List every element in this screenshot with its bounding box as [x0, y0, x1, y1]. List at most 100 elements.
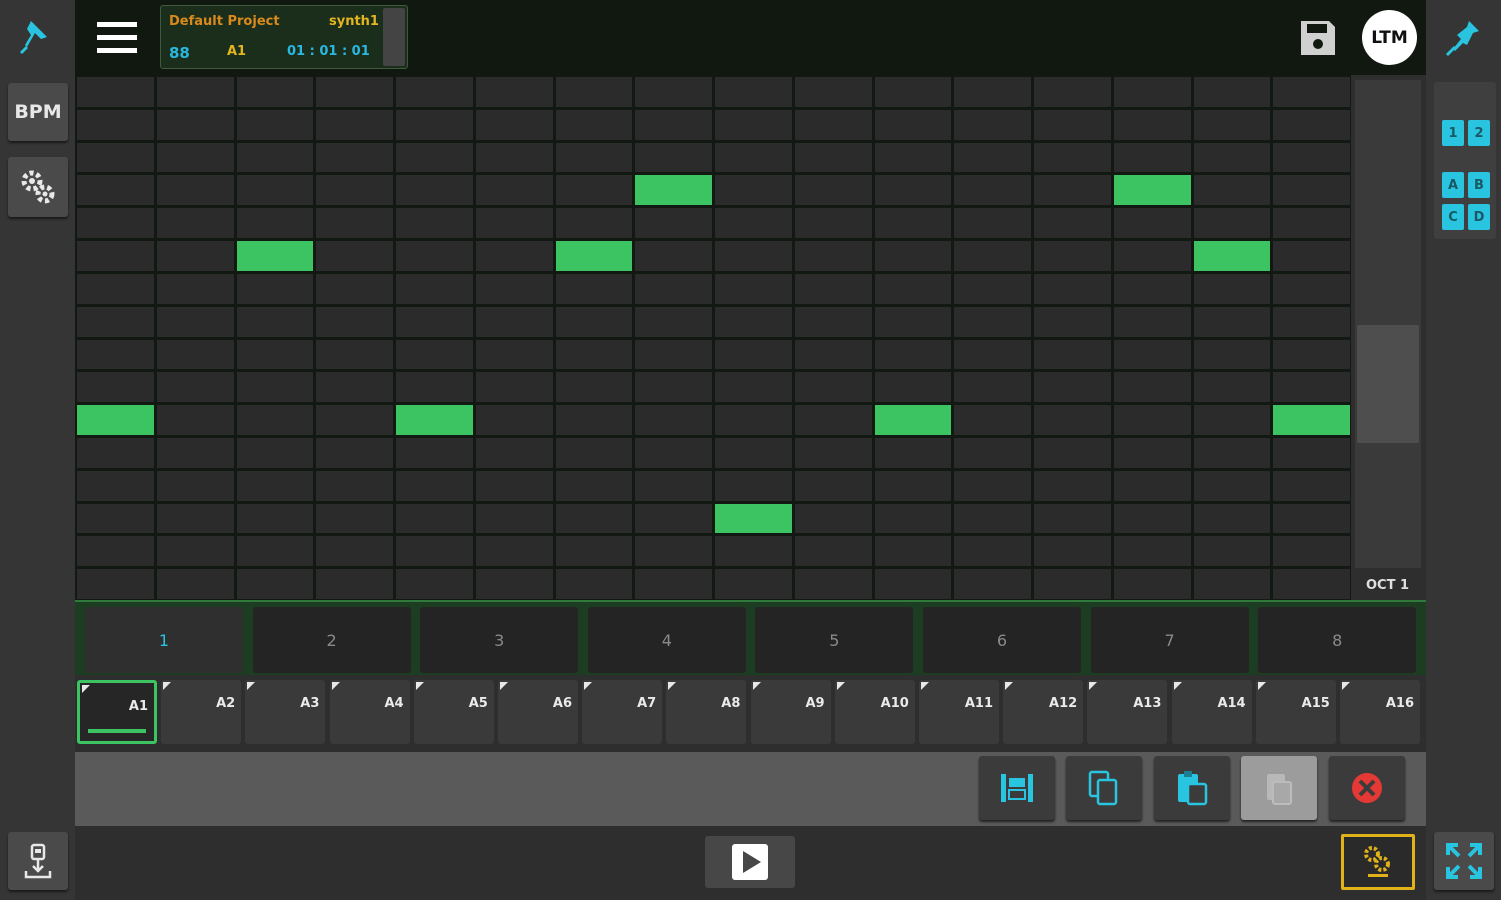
- note-cell[interactable]: [555, 77, 633, 107]
- note-cell[interactable]: [555, 175, 633, 206]
- note-cell[interactable]: [1113, 306, 1191, 337]
- note-cell[interactable]: [1193, 437, 1271, 468]
- note-cell[interactable]: [77, 306, 154, 337]
- menu-button[interactable]: [91, 16, 143, 60]
- note-cell[interactable]: [555, 470, 633, 501]
- bank-2-button[interactable]: 2: [1468, 120, 1490, 146]
- note-cell-active[interactable]: [1193, 241, 1271, 271]
- note-cell[interactable]: [1034, 372, 1111, 403]
- note-cell[interactable]: [396, 273, 473, 304]
- note-cell[interactable]: [555, 569, 633, 599]
- note-cell[interactable]: [555, 372, 633, 403]
- note-cell[interactable]: [156, 372, 234, 403]
- note-cell[interactable]: [874, 339, 952, 370]
- note-cell[interactable]: [954, 175, 1031, 206]
- pattern-button-a7[interactable]: A7: [582, 680, 663, 744]
- note-cell[interactable]: [1273, 437, 1350, 468]
- note-cell[interactable]: [77, 339, 154, 370]
- note-cell[interactable]: [715, 109, 792, 140]
- note-cell[interactable]: [1273, 241, 1350, 271]
- note-cell[interactable]: [236, 569, 314, 599]
- note-cell[interactable]: [794, 339, 872, 370]
- note-cell[interactable]: [954, 241, 1031, 271]
- note-cell[interactable]: [715, 405, 792, 435]
- note-cell[interactable]: [1034, 142, 1111, 173]
- note-cell[interactable]: [1034, 109, 1111, 140]
- paste-disabled-button[interactable]: [1241, 756, 1317, 820]
- note-grid[interactable]: [75, 75, 1351, 600]
- pattern-button-a8[interactable]: A8: [666, 680, 747, 744]
- note-cell[interactable]: [635, 569, 712, 599]
- step-button-5[interactable]: 5: [755, 607, 914, 673]
- note-cell[interactable]: [954, 470, 1031, 501]
- note-cell[interactable]: [555, 437, 633, 468]
- note-cell[interactable]: [874, 569, 952, 599]
- note-cell[interactable]: [236, 306, 314, 337]
- note-cell[interactable]: [396, 175, 473, 206]
- note-cell[interactable]: [1193, 273, 1271, 304]
- note-cell[interactable]: [1034, 339, 1111, 370]
- copy-button[interactable]: [1066, 756, 1142, 820]
- note-cell[interactable]: [794, 109, 872, 140]
- note-cell[interactable]: [236, 470, 314, 501]
- pin-icon[interactable]: [1438, 12, 1488, 62]
- note-cell[interactable]: [396, 77, 473, 107]
- note-cell[interactable]: [396, 142, 473, 173]
- bank-a-button[interactable]: A: [1442, 172, 1464, 198]
- note-cell[interactable]: [1193, 109, 1271, 140]
- note-cell[interactable]: [794, 437, 872, 468]
- note-cell[interactable]: [156, 273, 234, 304]
- note-cell[interactable]: [475, 536, 553, 567]
- note-cell[interactable]: [475, 208, 553, 239]
- note-cell[interactable]: [156, 241, 234, 271]
- note-cell[interactable]: [794, 175, 872, 206]
- note-cell[interactable]: [635, 405, 712, 435]
- note-cell[interactable]: [475, 569, 553, 599]
- step-button-2[interactable]: 2: [252, 607, 411, 673]
- note-cell[interactable]: [715, 306, 792, 337]
- note-cell[interactable]: [77, 175, 154, 206]
- note-cell[interactable]: [316, 142, 393, 173]
- note-cell-active[interactable]: [635, 175, 712, 206]
- note-cell[interactable]: [475, 372, 553, 403]
- note-cell[interactable]: [715, 77, 792, 107]
- panel-handle[interactable]: [383, 8, 405, 66]
- bank-b-button[interactable]: B: [1468, 172, 1490, 198]
- step-button-4[interactable]: 4: [587, 607, 746, 673]
- step-button-3[interactable]: 3: [420, 607, 579, 673]
- note-cell-active[interactable]: [77, 405, 154, 435]
- note-cell[interactable]: [156, 569, 234, 599]
- note-cell[interactable]: [874, 241, 952, 271]
- note-cell[interactable]: [555, 536, 633, 567]
- note-cell[interactable]: [635, 437, 712, 468]
- note-cell[interactable]: [1034, 273, 1111, 304]
- note-cell[interactable]: [236, 503, 314, 534]
- note-cell[interactable]: [156, 339, 234, 370]
- note-cell[interactable]: [794, 405, 872, 435]
- note-cell[interactable]: [555, 306, 633, 337]
- note-cell[interactable]: [236, 372, 314, 403]
- note-cell[interactable]: [316, 503, 393, 534]
- note-cell[interactable]: [475, 273, 553, 304]
- note-cell[interactable]: [396, 536, 473, 567]
- note-cell[interactable]: [794, 503, 872, 534]
- note-cell[interactable]: [475, 77, 553, 107]
- note-cell[interactable]: [1273, 109, 1350, 140]
- note-cell[interactable]: [77, 208, 154, 239]
- note-cell[interactable]: [316, 77, 393, 107]
- note-cell[interactable]: [874, 273, 952, 304]
- play-button[interactable]: [705, 836, 795, 888]
- note-cell[interactable]: [316, 470, 393, 501]
- note-cell[interactable]: [794, 569, 872, 599]
- note-cell[interactable]: [156, 109, 234, 140]
- note-cell[interactable]: [715, 536, 792, 567]
- note-cell[interactable]: [1113, 569, 1191, 599]
- note-cell[interactable]: [954, 437, 1031, 468]
- note-cell[interactable]: [396, 306, 473, 337]
- note-cell[interactable]: [715, 437, 792, 468]
- step-button-8[interactable]: 8: [1258, 607, 1417, 673]
- note-cell[interactable]: [475, 405, 553, 435]
- note-cell[interactable]: [1034, 569, 1111, 599]
- note-cell[interactable]: [874, 470, 952, 501]
- note-cell[interactable]: [635, 109, 712, 140]
